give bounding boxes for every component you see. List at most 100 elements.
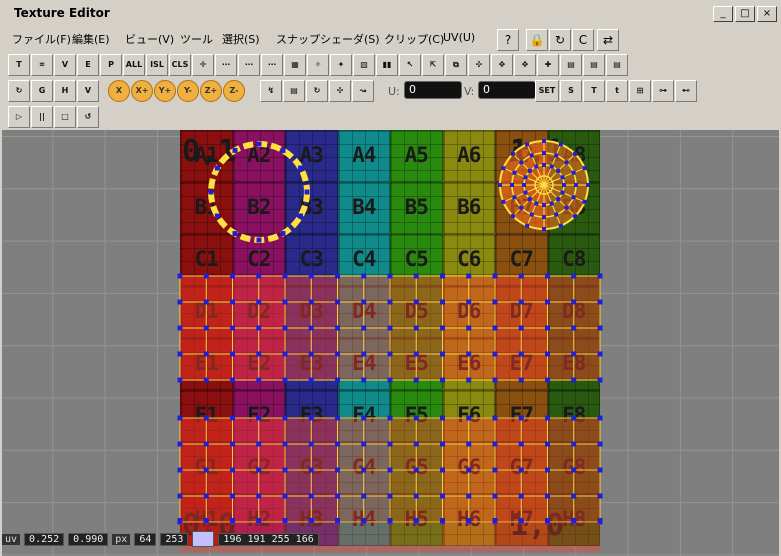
uv-vertex[interactable] [527, 197, 532, 202]
uv-vertex[interactable] [230, 273, 235, 279]
uv-vertex[interactable] [361, 299, 367, 305]
uv-vertex[interactable] [571, 518, 577, 523]
uv-vertex[interactable] [203, 273, 209, 279]
uv-vertex[interactable] [571, 273, 577, 279]
uv-vertex[interactable] [492, 273, 498, 279]
uv-vertex[interactable] [542, 151, 546, 155]
set-button[interactable]: SET [535, 80, 559, 102]
uv-vertex[interactable] [597, 299, 603, 305]
uv-vertex[interactable] [571, 415, 577, 421]
uv-vertex[interactable] [522, 183, 526, 187]
row2-button-4[interactable]: ↝ [352, 80, 374, 102]
uv-vertex[interactable] [214, 213, 220, 219]
uv-vertex[interactable] [361, 493, 367, 499]
uv-vertex[interactable] [466, 351, 472, 357]
menu-view[interactable]: ビュー(V) [125, 31, 174, 47]
row1-button-13[interactable]: ✧ [307, 54, 329, 76]
uv-vertex[interactable] [282, 299, 288, 305]
uv-vertex[interactable] [256, 325, 262, 331]
uv-vertex[interactable] [177, 325, 183, 331]
uv-vertex[interactable] [203, 415, 209, 421]
uv-vertex[interactable] [230, 493, 235, 499]
uv-vertex[interactable] [413, 273, 419, 279]
uv-vertex[interactable] [518, 351, 524, 357]
uv-vertex[interactable] [387, 299, 393, 305]
row1-button-26[interactable]: ▤ [606, 54, 628, 76]
uv-vertex[interactable] [203, 518, 209, 523]
uv-vertex[interactable] [560, 190, 565, 195]
uv-vertex[interactable] [512, 195, 517, 200]
row1-button-8[interactable]: ✛ [192, 54, 214, 76]
uv-vertex[interactable] [492, 299, 498, 305]
uv-vertex[interactable] [440, 299, 445, 305]
uv-vertex[interactable] [518, 273, 524, 279]
uv-vertex[interactable] [573, 214, 578, 219]
uv-vertex[interactable] [335, 351, 340, 357]
refresh-button[interactable]: ↻ [549, 29, 571, 51]
uv-vertex[interactable] [542, 215, 546, 219]
uv-vertex[interactable] [564, 205, 569, 210]
uv-vertex[interactable] [177, 415, 183, 421]
lock-button[interactable]: 🔒 [526, 29, 548, 51]
menu-edit[interactable]: 編集(E) [72, 31, 110, 47]
uv-vertex[interactable] [177, 273, 183, 279]
uv-vertex[interactable] [597, 467, 603, 473]
uv-vertex[interactable] [545, 467, 550, 473]
uv-vertex[interactable] [545, 415, 550, 421]
uv-vertex[interactable] [492, 493, 498, 499]
uv-vertex[interactable] [545, 351, 550, 357]
uv-vertex[interactable] [282, 351, 288, 357]
uv-vertex[interactable] [308, 325, 314, 331]
uv-vertex[interactable] [518, 377, 524, 383]
row1-button-12[interactable]: ▦ [284, 54, 306, 76]
uv-vertex[interactable] [230, 325, 235, 331]
uv-vertex[interactable] [556, 197, 561, 202]
uv-vertex[interactable] [282, 467, 288, 473]
uv-vertex[interactable] [177, 351, 183, 357]
uv-vertex[interactable] [545, 493, 550, 499]
row1-button-14[interactable]: ✦ [330, 54, 352, 76]
uv-vertex[interactable] [492, 351, 498, 357]
uv-vertex[interactable] [203, 325, 209, 331]
close-button[interactable]: × [757, 6, 777, 22]
uv-vertex[interactable] [256, 518, 262, 523]
row1-button-10[interactable]: ⋯ [238, 54, 260, 76]
row1-button-23[interactable]: ✚ [537, 54, 559, 76]
uv-vertex[interactable] [549, 201, 554, 206]
uv-vertex[interactable] [525, 223, 530, 228]
uv-vertex[interactable] [256, 415, 262, 421]
menu-shader[interactable]: シェーダ(S) [320, 31, 380, 47]
uv-vertex[interactable] [230, 351, 235, 357]
uv-vertex[interactable] [545, 518, 550, 523]
uv-vertex[interactable] [308, 273, 314, 279]
uv-vertex[interactable] [440, 493, 445, 499]
row2-button-0[interactable]: S [560, 80, 582, 102]
uv-vertex[interactable] [308, 467, 314, 473]
row1-button-25[interactable]: ▤ [583, 54, 605, 76]
uv-vertex[interactable] [597, 325, 603, 331]
uv-vertex[interactable] [361, 351, 367, 357]
row1-button-0[interactable]: T [8, 54, 30, 76]
uv-vertex[interactable] [556, 168, 561, 173]
uv-vertex[interactable] [542, 139, 546, 143]
uv-vertex[interactable] [298, 213, 304, 219]
uv-vertex[interactable] [335, 415, 340, 421]
row1-button-20[interactable]: ✣ [468, 54, 490, 76]
help-button[interactable]: ? [497, 29, 519, 51]
uv-vertex[interactable] [597, 351, 603, 357]
uv-ring-selection[interactable] [208, 141, 310, 243]
row2-button-0[interactable]: ↻ [8, 80, 30, 102]
uv-vertex[interactable] [256, 237, 262, 243]
uv-vertex[interactable] [582, 166, 587, 171]
uv-vertex[interactable] [554, 153, 559, 158]
uv-vertex[interactable] [361, 273, 367, 279]
menu-uv[interactable]: UV(U) [443, 31, 475, 44]
uv-vertex[interactable] [518, 415, 524, 421]
uv-vertex[interactable] [361, 467, 367, 473]
row1-button-9[interactable]: ⋯ [215, 54, 237, 76]
uv-vertex[interactable] [440, 377, 445, 383]
uv-vertex[interactable] [282, 415, 288, 421]
menu-snap[interactable]: スナップ [276, 31, 320, 47]
uv-vertex[interactable] [413, 351, 419, 357]
uv-vertex[interactable] [519, 205, 524, 210]
